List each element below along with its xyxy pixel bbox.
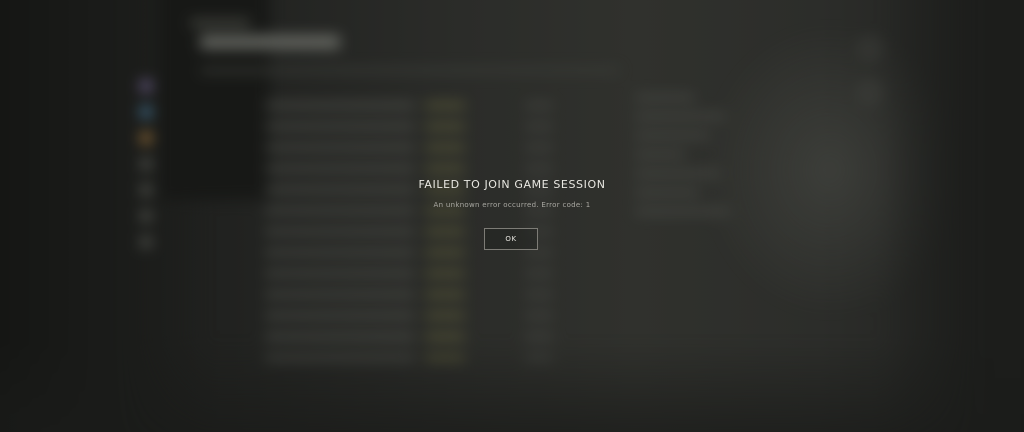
blurred-list-row <box>265 158 553 179</box>
blurred-list-row <box>265 116 553 137</box>
sidebar-icon <box>140 210 152 222</box>
blurred-list-row <box>265 95 553 116</box>
sidebar-icon <box>140 158 152 170</box>
blurred-filter-bar <box>200 68 620 73</box>
blurred-list-row <box>265 137 553 158</box>
game-screen: FAILED TO JOIN GAME SESSION An unknown e… <box>0 0 1024 432</box>
blurred-settings-icon <box>860 38 880 58</box>
background-silhouette <box>160 0 270 200</box>
blurred-list-row <box>265 263 553 284</box>
sidebar-icon <box>140 236 152 248</box>
blurred-breadcrumb <box>190 20 250 26</box>
background-shadow-bottom <box>0 340 1024 432</box>
blurred-refresh-icon <box>860 82 880 102</box>
blurred-sidebar-icons <box>140 80 158 262</box>
sidebar-icon <box>140 80 152 92</box>
dialog-title: FAILED TO JOIN GAME SESSION <box>418 178 606 191</box>
sidebar-icon <box>140 106 152 118</box>
sidebar-icon <box>140 132 152 144</box>
blurred-list-row <box>265 284 553 305</box>
blurred-page-title <box>200 35 340 49</box>
ok-button[interactable]: OK <box>484 228 538 250</box>
blurred-list-row <box>265 305 553 326</box>
dialog-message: An unknown error occurred. Error code: 1 <box>433 201 591 209</box>
blurred-server-browser-background <box>0 0 1024 432</box>
